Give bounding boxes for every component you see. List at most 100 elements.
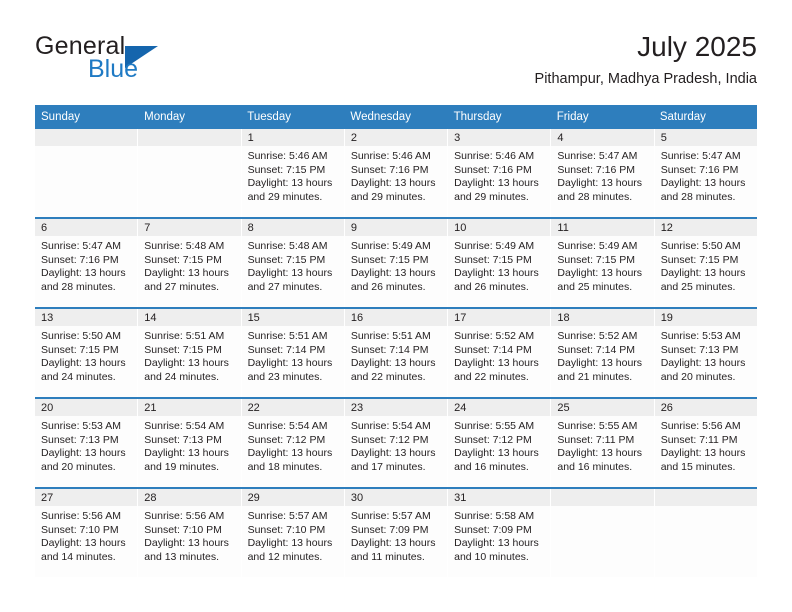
day-details: Sunrise: 5:46 AM Sunset: 7:16 PM Daylight:…: [345, 146, 447, 204]
daylight-duration-line1: Daylight: 13 hours: [660, 177, 746, 190]
sunset-time: Sunset: 7:15 PM: [557, 253, 636, 266]
sunrise-time: Sunrise: 5:47 AM: [660, 150, 741, 162]
day-details: Sunrise: 5:49 AM Sunset: 7:15 PM Daylight:…: [551, 236, 653, 294]
calendar-day-cell[interactable]: 21 Sunrise: 5:54 AM Sunset: 7:13 PM Dayligh…: [138, 399, 242, 487]
weekday-header-wednesday: Wednesday: [350, 111, 411, 123]
sunset-time: Sunset: 7:11 PM: [557, 433, 635, 446]
calendar-day-cell[interactable]: 15 Sunrise: 5:51 AM Sunset: 7:14 PM Dayligh…: [241, 309, 345, 397]
daylight-duration-line2: and 29 minutes.: [247, 190, 323, 203]
sunrise-time: Sunrise: 5:51 AM: [247, 330, 328, 342]
daylight-duration-line1: Daylight: 13 hours: [350, 267, 436, 280]
sunset-time: Sunset: 7:10 PM: [144, 523, 222, 536]
daylight-duration-line1: Daylight: 13 hours: [247, 177, 333, 190]
daylight-duration-line1: Daylight: 13 hours: [41, 267, 126, 280]
calendar-day-cell[interactable]: 3 Sunrise: 5:46 AM Sunset: 7:16 PM Daylight…: [448, 129, 552, 217]
daylight-duration-line2: and 23 minutes.: [247, 370, 323, 383]
calendar-day-cell[interactable]: 28 Sunrise: 5:56 AM Sunset: 7:10 PM Dayligh…: [138, 489, 242, 577]
sunset-time: Sunset: 7:16 PM: [454, 163, 532, 176]
calendar-day-cell[interactable]: 12 Sunrise: 5:50 AM Sunset: 7:15 PM Dayligh…: [654, 219, 757, 307]
weekday-header-tuesday: Tuesday: [247, 111, 291, 123]
sunrise-time: Sunrise: 5:49 AM: [350, 240, 431, 252]
calendar-day-cell[interactable]: 23 Sunrise: 5:54 AM Sunset: 7:12 PM Dayligh…: [344, 399, 449, 487]
sunrise-time: Sunrise: 5:47 AM: [557, 150, 638, 162]
day-number: 2: [344, 129, 448, 146]
sunset-time: Sunset: 7:15 PM: [247, 253, 326, 266]
calendar-day-cell[interactable]: 25 Sunrise: 5:55 AM Sunset: 7:11 PM Dayligh…: [551, 399, 655, 487]
sunrise-time: Sunrise: 5:48 AM: [144, 240, 225, 252]
day-number: 26: [654, 399, 757, 416]
sunrise-time: Sunrise: 5:56 AM: [41, 510, 121, 522]
daylight-duration-line2: and 21 minutes.: [557, 370, 633, 383]
daylight-duration-line1: Daylight: 13 hours: [350, 537, 436, 550]
sunset-time: Sunset: 7:11 PM: [660, 433, 738, 446]
day-number: 17: [448, 309, 551, 326]
daylight-duration-line2: and 25 minutes.: [557, 280, 633, 293]
calendar-day-cell[interactable]: 22 Sunrise: 5:54 AM Sunset: 7:12 PM Dayligh…: [241, 399, 345, 487]
day-number: 30: [344, 489, 448, 506]
sunset-time: Sunset: 7:15 PM: [247, 163, 326, 176]
daylight-duration-line1: Daylight: 13 hours: [144, 267, 229, 280]
calendar-day-cell[interactable]: 24 Sunrise: 5:55 AM Sunset: 7:12 PM Dayligh…: [448, 399, 552, 487]
calendar-day-cell[interactable]: 31 Sunrise: 5:58 AM Sunset: 7:09 PM Dayligh…: [448, 489, 552, 577]
calendar-week-row: 13 Sunrise: 5:50 AM Sunset: 7:15 PM Dayligh…: [35, 307, 757, 397]
daylight-duration-line1: Daylight: 13 hours: [247, 537, 333, 550]
sunset-time: Sunset: 7:13 PM: [660, 343, 739, 356]
daylight-duration-line2: and 20 minutes.: [660, 370, 736, 383]
sunset-time: Sunset: 7:09 PM: [350, 523, 429, 536]
calendar-day-cell[interactable]: 18 Sunrise: 5:52 AM Sunset: 7:14 PM Dayligh…: [551, 309, 655, 397]
calendar-day-cell[interactable]: 10 Sunrise: 5:49 AM Sunset: 7:15 PM Dayligh…: [448, 219, 552, 307]
daylight-duration-line1: Daylight: 13 hours: [454, 177, 539, 190]
day-details: Sunrise: 5:55 AM Sunset: 7:11 PM Daylight:…: [551, 416, 653, 474]
day-number: 8: [241, 219, 344, 236]
calendar-day-cell[interactable]: 2 Sunrise: 5:46 AM Sunset: 7:16 PM Daylight…: [344, 129, 449, 217]
calendar-day-cell[interactable]: 30 Sunrise: 5:57 AM Sunset: 7:09 PM Dayligh…: [344, 489, 449, 577]
daylight-duration-line2: and 13 minutes.: [144, 550, 219, 563]
calendar-day-cell[interactable]: 17 Sunrise: 5:52 AM Sunset: 7:14 PM Dayligh…: [448, 309, 552, 397]
sunset-time: Sunset: 7:15 PM: [660, 253, 739, 266]
sunrise-time: Sunrise: 5:49 AM: [557, 240, 638, 252]
daylight-duration-line1: Daylight: 13 hours: [247, 447, 333, 460]
day-number: 1: [241, 129, 344, 146]
calendar-day-cell[interactable]: 19 Sunrise: 5:53 AM Sunset: 7:13 PM Dayligh…: [654, 309, 757, 397]
general-blue-logo[interactable]: General Blue: [35, 32, 265, 88]
calendar-week-row: 20 Sunrise: 5:53 AM Sunset: 7:13 PM Dayligh…: [35, 397, 757, 487]
day-details: Sunrise: 5:56 AM Sunset: 7:10 PM Daylight:…: [35, 506, 137, 564]
day-number: 3: [448, 129, 551, 146]
calendar-day-cell[interactable]: 8 Sunrise: 5:48 AM Sunset: 7:15 PM Daylight…: [241, 219, 345, 307]
sunrise-time: Sunrise: 5:46 AM: [247, 150, 328, 162]
sunrise-time: Sunrise: 5:50 AM: [41, 330, 121, 342]
day-details: Sunrise: 5:54 AM Sunset: 7:12 PM Daylight:…: [345, 416, 447, 474]
day-details: Sunrise: 5:47 AM Sunset: 7:16 PM Daylight:…: [35, 236, 137, 294]
calendar-day-cell[interactable]: 1 Sunrise: 5:46 AM Sunset: 7:15 PM Daylight…: [241, 129, 345, 217]
calendar-day-cell[interactable]: 20 Sunrise: 5:53 AM Sunset: 7:13 PM Dayligh…: [35, 399, 139, 487]
daylight-duration-line2: and 11 minutes.: [350, 550, 425, 563]
sunset-time: Sunset: 7:13 PM: [144, 433, 222, 446]
day-details: Sunrise: 5:49 AM Sunset: 7:15 PM Daylight:…: [448, 236, 550, 294]
calendar-day-cell[interactable]: 5 Sunrise: 5:47 AM Sunset: 7:16 PM Daylight…: [654, 129, 757, 217]
sunset-time: Sunset: 7:14 PM: [350, 343, 429, 356]
calendar-day-cell[interactable]: 16 Sunrise: 5:51 AM Sunset: 7:14 PM Dayligh…: [344, 309, 449, 397]
daylight-duration-line2: and 20 minutes.: [41, 460, 116, 473]
day-number: 10: [448, 219, 551, 236]
calendar-day-cell[interactable]: 29 Sunrise: 5:57 AM Sunset: 7:10 PM Dayligh…: [241, 489, 345, 577]
day-details: Sunrise: 5:48 AM Sunset: 7:15 PM Daylight:…: [138, 236, 240, 294]
calendar-week-row: 27 Sunrise: 5:56 AM Sunset: 7:10 PM Dayligh…: [35, 487, 757, 577]
daylight-duration-line1: Daylight: 13 hours: [557, 447, 643, 460]
calendar-day-cell[interactable]: 14 Sunrise: 5:51 AM Sunset: 7:15 PM Dayligh…: [138, 309, 242, 397]
calendar-day-cell[interactable]: 27 Sunrise: 5:56 AM Sunset: 7:10 PM Dayligh…: [35, 489, 139, 577]
calendar-day-cell[interactable]: 6 Sunrise: 5:47 AM Sunset: 7:16 PM Daylight…: [35, 219, 139, 307]
calendar-day-cell[interactable]: 11 Sunrise: 5:49 AM Sunset: 7:15 PM Dayligh…: [551, 219, 655, 307]
daylight-duration-line1: Daylight: 13 hours: [350, 447, 436, 460]
calendar-day-cell[interactable]: 13 Sunrise: 5:50 AM Sunset: 7:15 PM Dayligh…: [35, 309, 139, 397]
calendar-day-cell[interactable]: 4 Sunrise: 5:47 AM Sunset: 7:16 PM Daylight…: [551, 129, 655, 217]
sunrise-time: Sunrise: 5:54 AM: [144, 420, 225, 432]
calendar-day-cell[interactable]: 26 Sunrise: 5:56 AM Sunset: 7:11 PM Dayligh…: [654, 399, 757, 487]
sunrise-time: Sunrise: 5:52 AM: [454, 330, 535, 342]
day-number: [654, 489, 757, 506]
calendar-day-cell[interactable]: 7 Sunrise: 5:48 AM Sunset: 7:15 PM Daylight…: [138, 219, 242, 307]
daylight-duration-line1: Daylight: 13 hours: [557, 177, 643, 190]
calendar-day-cell[interactable]: 9 Sunrise: 5:49 AM Sunset: 7:15 PM Daylight…: [344, 219, 449, 307]
sunrise-time: Sunrise: 5:47 AM: [41, 240, 121, 252]
calendar-day-cell-empty: [35, 129, 139, 217]
daylight-duration-line2: and 15 minutes.: [660, 460, 736, 473]
